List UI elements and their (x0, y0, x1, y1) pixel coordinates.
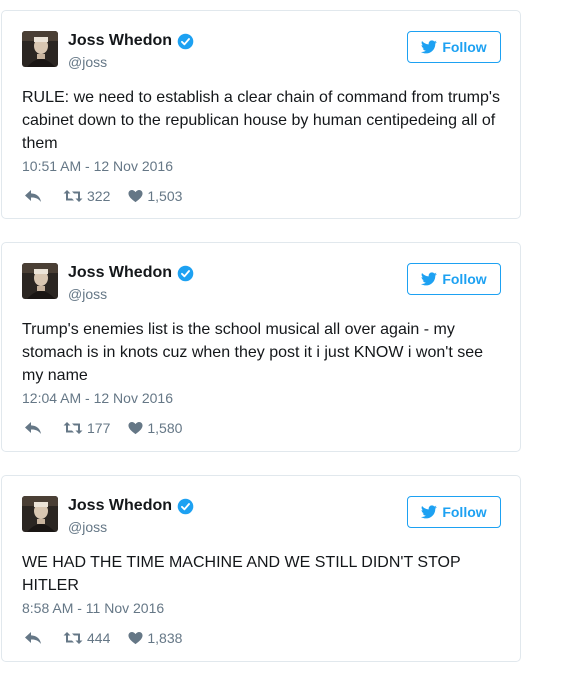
reply-icon (25, 422, 41, 434)
reply-button[interactable] (24, 421, 42, 435)
twitter-bird-icon (421, 40, 438, 54)
retweet-icon (63, 190, 83, 202)
user-name-text[interactable]: Joss Whedon (68, 497, 172, 515)
follow-label[interactable]: Follow (442, 504, 486, 520)
reply-icon (25, 632, 41, 644)
retweet-button[interactable]: 444 (42, 630, 110, 646)
retweet-icon (63, 422, 83, 434)
avatar[interactable] (22, 263, 58, 299)
tweet-card: Joss Whedon @joss Follow Trump's enemies… (1, 242, 521, 452)
tweet-timestamp[interactable]: 12:04 AM - 12 Nov 2016 (22, 390, 173, 406)
retweet-count: 177 (87, 420, 111, 436)
like-count: 1,580 (147, 420, 183, 436)
verified-badge-icon (177, 265, 194, 281)
follow-label[interactable]: Follow (442, 39, 486, 55)
verified-badge-icon (177, 33, 194, 49)
twitter-bird-icon (421, 505, 438, 519)
heart-icon (128, 632, 143, 645)
heart-icon (128, 422, 143, 435)
tweet-actions: 322 1,503 (24, 188, 182, 204)
heart-icon (128, 190, 143, 203)
retweet-button[interactable]: 177 (42, 420, 110, 436)
user-handle[interactable]: @joss (68, 286, 107, 302)
reply-button[interactable] (24, 189, 42, 203)
tweet-text: Trump's enemies list is the school music… (22, 321, 484, 384)
user-name-text[interactable]: Joss Whedon (68, 32, 172, 50)
user-name[interactable]: Joss Whedon (68, 264, 194, 282)
retweet-icon (63, 632, 83, 644)
tweet-text: RULE: we need to establish a clear chain… (22, 89, 500, 152)
user-name-text[interactable]: Joss Whedon (68, 264, 172, 282)
tweet-text: WE HAD THE TIME MACHINE AND WE STILL DID… (22, 554, 461, 594)
avatar[interactable] (22, 31, 58, 67)
like-button[interactable]: 1,838 (110, 630, 182, 646)
follow-label[interactable]: Follow (442, 271, 486, 287)
like-count: 1,503 (147, 188, 183, 204)
follow-button[interactable]: Follow (407, 263, 501, 295)
tweet-actions: 177 1,580 (24, 420, 182, 436)
user-handle[interactable]: @joss (68, 54, 107, 70)
follow-button[interactable]: Follow (407, 31, 501, 63)
user-handle[interactable]: @joss (68, 519, 107, 535)
tweet-timestamp[interactable]: 10:51 AM - 12 Nov 2016 (22, 158, 173, 174)
user-name[interactable]: Joss Whedon (68, 497, 194, 515)
like-count: 1,838 (147, 630, 183, 646)
tweet-actions: 444 1,838 (24, 630, 182, 646)
user-name[interactable]: Joss Whedon (68, 32, 194, 50)
like-button[interactable]: 1,503 (110, 188, 182, 204)
tweet-card: Joss Whedon @joss Follow RULE: we need t… (1, 10, 521, 219)
reply-button[interactable] (24, 631, 42, 645)
tweet-card: Joss Whedon @joss Follow WE HAD THE TIME… (1, 475, 521, 662)
twitter-bird-icon (421, 272, 438, 286)
retweet-count: 322 (87, 188, 111, 204)
avatar[interactable] (22, 496, 58, 532)
verified-badge-icon (177, 498, 194, 514)
like-button[interactable]: 1,580 (110, 420, 182, 436)
retweet-button[interactable]: 322 (42, 188, 110, 204)
follow-button[interactable]: Follow (407, 496, 501, 528)
reply-icon (25, 190, 41, 202)
retweet-count: 444 (87, 630, 111, 646)
tweet-timestamp[interactable]: 8:58 AM - 11 Nov 2016 (22, 600, 164, 616)
